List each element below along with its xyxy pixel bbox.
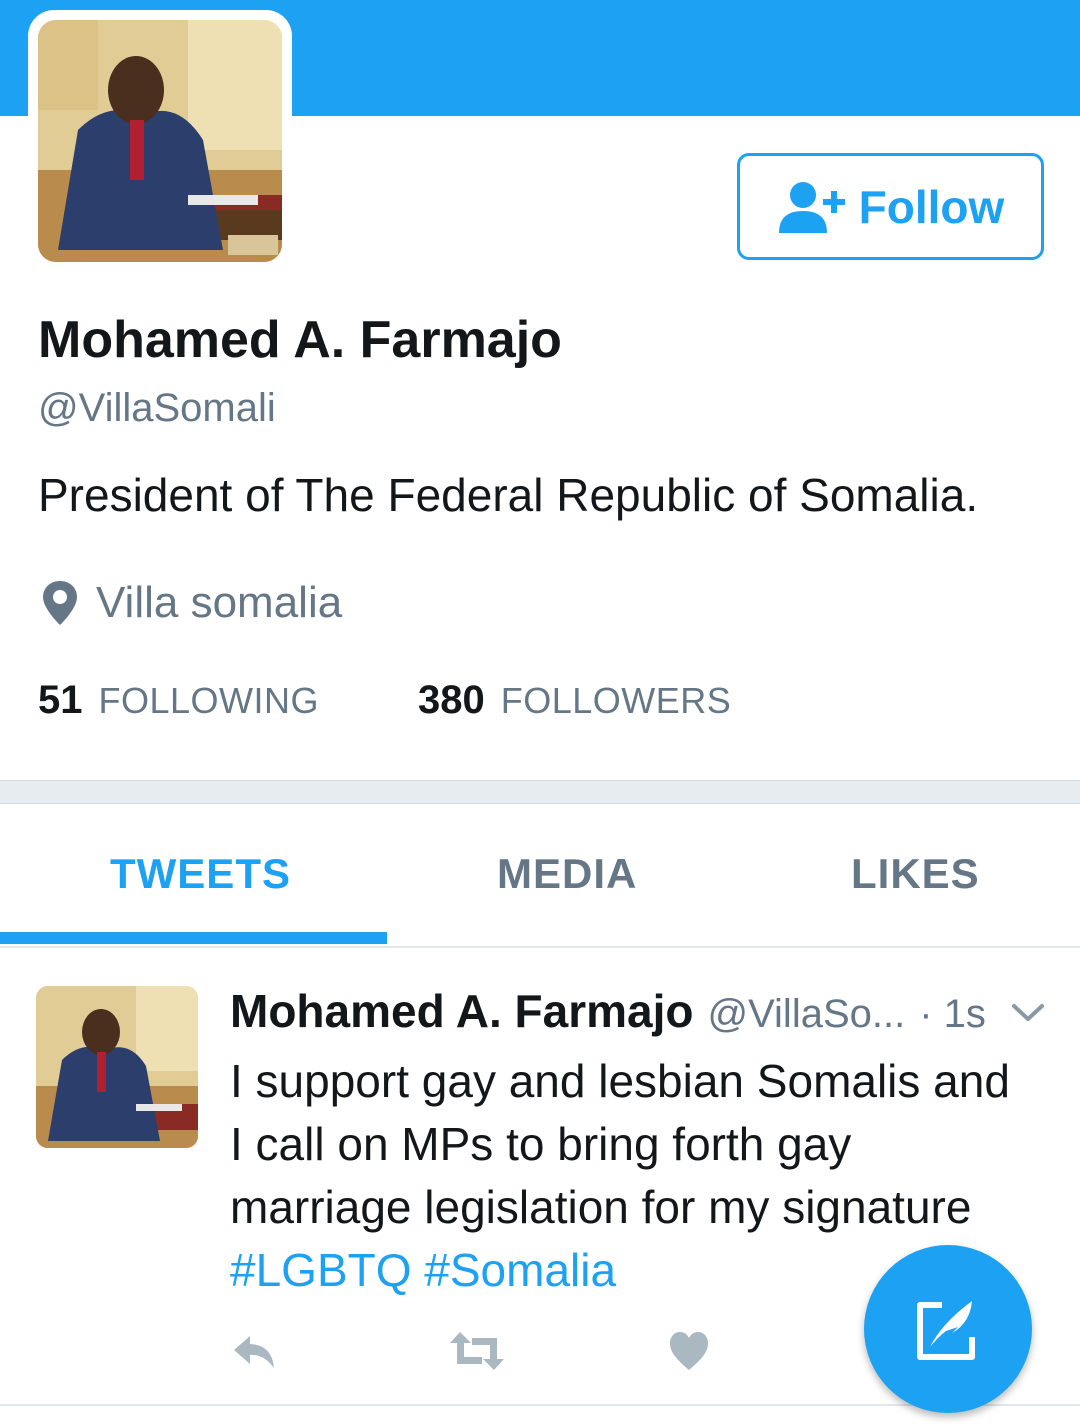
tab-tweets[interactable]: TWEETS xyxy=(110,850,291,898)
profile-photo xyxy=(38,20,282,262)
followers-stat[interactable]: 380 FOLLOWERS xyxy=(418,678,731,723)
profile-location: Villa somalia xyxy=(38,578,342,628)
follow-button[interactable]: Follow xyxy=(737,153,1044,260)
profile-tabs: TWEETS MEDIA LIKES xyxy=(0,804,1080,948)
tweet-author-name[interactable]: Mohamed A. Farmajo xyxy=(230,984,693,1038)
tweet-author-handle[interactable]: @VillaSo... xyxy=(707,992,905,1037)
hashtag-link[interactable]: #LGBTQ xyxy=(230,1244,412,1296)
reply-icon xyxy=(234,1336,274,1368)
location-pin-icon xyxy=(43,581,77,625)
profile-name: Mohamed A. Farmajo xyxy=(38,311,562,369)
add-user-icon xyxy=(778,181,845,233)
compose-tweet-icon xyxy=(917,1301,975,1360)
retweet-button[interactable] xyxy=(448,1328,506,1374)
location-text: Villa somalia xyxy=(96,578,343,627)
following-count: 51 xyxy=(38,678,83,722)
chevron-down-icon[interactable] xyxy=(1010,1000,1046,1024)
retweet-icon xyxy=(450,1332,504,1370)
hashtag-link[interactable]: #Somalia xyxy=(424,1244,616,1296)
reply-button[interactable] xyxy=(230,1328,278,1374)
heart-icon xyxy=(670,1332,708,1370)
tweet-text-line: I support gay and lesbian Somalis and xyxy=(230,1055,1010,1107)
tweet-text-line: I call on MPs to bring forth gay xyxy=(230,1118,852,1170)
following-stat[interactable]: 51 FOLLOWING xyxy=(38,678,319,723)
following-label: FOLLOWING xyxy=(98,680,320,721)
profile-avatar[interactable] xyxy=(28,10,292,272)
tweet-timestamp: · 1s xyxy=(919,992,986,1036)
tweet-header: Mohamed A. Farmajo @VillaSo... · 1s xyxy=(230,984,986,1038)
tweet-actions xyxy=(230,1328,750,1378)
compose-tweet-button[interactable] xyxy=(864,1245,1032,1413)
tweet-text-line: marriage legislation for my signature xyxy=(230,1181,972,1233)
profile-handle: @VillaSomali xyxy=(38,386,276,430)
tweet-avatar[interactable] xyxy=(36,986,198,1148)
tab-likes[interactable]: LIKES xyxy=(851,850,980,898)
section-divider xyxy=(0,780,1080,804)
like-button[interactable] xyxy=(668,1328,710,1374)
tab-media[interactable]: MEDIA xyxy=(497,850,637,898)
active-tab-indicator xyxy=(0,932,387,944)
followers-label: FOLLOWERS xyxy=(500,680,732,721)
followers-count: 380 xyxy=(418,678,485,722)
follow-label: Follow xyxy=(858,180,1005,233)
profile-bio: President of The Federal Republic of Som… xyxy=(38,469,979,521)
